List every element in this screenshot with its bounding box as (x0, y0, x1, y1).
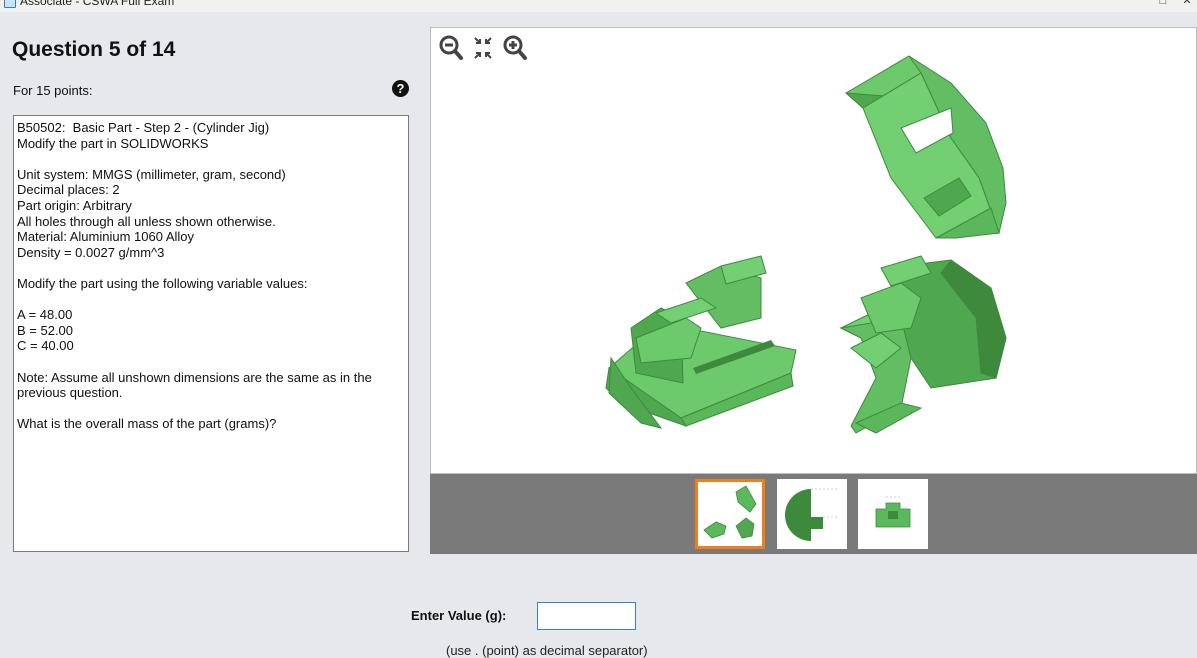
question-line (17, 401, 405, 417)
thumbnail-side-view[interactable] (777, 479, 847, 549)
thumbnail-front-view[interactable] (858, 479, 928, 549)
question-line: C = 40.00 (17, 338, 74, 354)
question-line (17, 260, 405, 276)
thumbnail-isometric-views[interactable] (695, 479, 765, 549)
question-line (17, 151, 405, 167)
question-line: B50502: Basic Part - Step 2 - (Cylinder … (17, 120, 270, 135)
window-title: Associate - CSWA Full Exam (20, 0, 175, 8)
part-view-right (839, 255, 1007, 434)
question-line: All holes through all unless shown other… (17, 213, 276, 229)
help-icon[interactable]: ? (392, 80, 409, 97)
question-line: B = 52.00 (17, 322, 74, 338)
question-line: Part origin: Arbitrary (17, 197, 132, 213)
part-view-left (605, 255, 797, 429)
question-title: Question 5 of 14 (12, 38, 176, 61)
question-text-box[interactable]: B50502: Basic Part - Step 2 - (Cylinder … (13, 115, 409, 552)
question-line: Decimal places: 2 (17, 182, 120, 198)
maximize-icon[interactable]: □ (1157, 0, 1169, 7)
thumbnail-strip (430, 474, 1197, 554)
close-icon[interactable]: ✕ (1181, 0, 1193, 7)
question-line: What is the overall mass of the part (gr… (17, 416, 277, 432)
value-label: Enter Value (g): (411, 608, 507, 623)
question-line (17, 292, 405, 308)
app-icon (4, 0, 16, 8)
question-line: Note: Assume all unshown dimensions are … (17, 369, 376, 401)
part-drawing (605, 55, 1007, 434)
question-line (17, 354, 405, 370)
window-titlebar: Associate - CSWA Full Exam □ ✕ (0, 0, 1197, 12)
value-input[interactable] (537, 602, 636, 630)
question-line: Unit system: MMGS (millimeter, gram, sec… (17, 166, 286, 182)
question-line: Material: Aluminium 1060 Alloy (17, 229, 195, 245)
part-view-top (844, 55, 1007, 239)
points-label: For 15 points: (13, 83, 93, 98)
question-line: Density = 0.0027 g/mm^3 (17, 244, 165, 260)
question-line: A = 48.00 (17, 307, 73, 323)
image-viewer[interactable] (430, 27, 1197, 474)
question-line: Modify the part in SOLIDWORKS (17, 135, 209, 151)
question-line: Modify the part using the following vari… (17, 275, 308, 291)
